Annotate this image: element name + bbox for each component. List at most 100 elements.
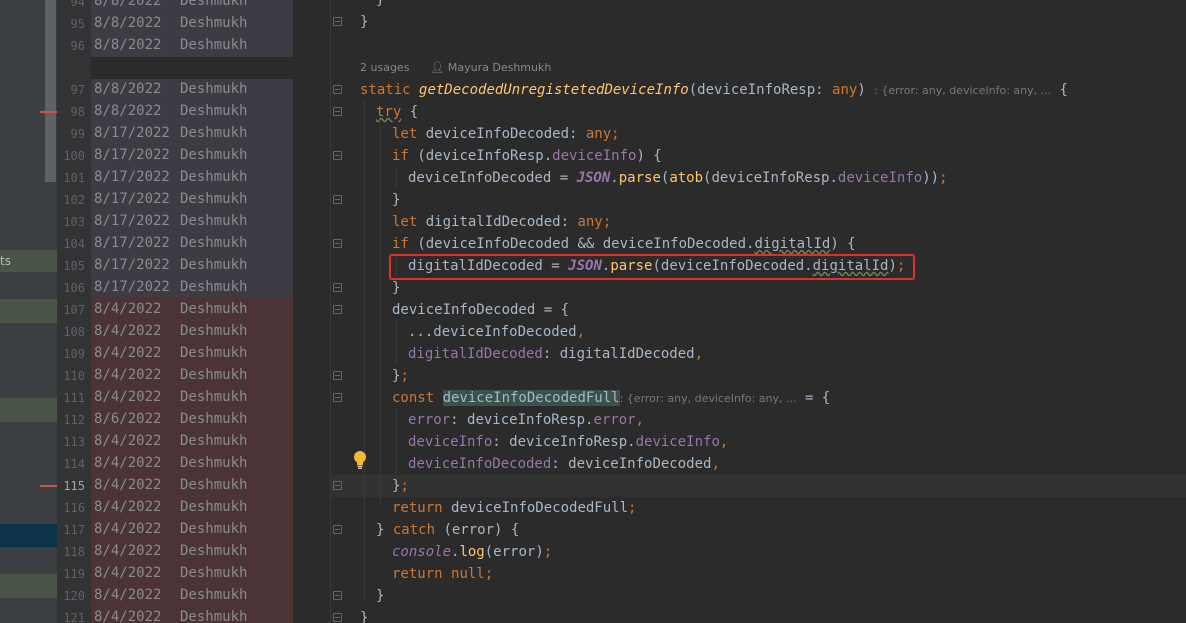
blame-date[interactable]: 8/17/2022 <box>94 235 170 251</box>
fold-marker[interactable] <box>333 283 342 292</box>
blame-date[interactable]: 8/4/2022 <box>94 367 161 383</box>
blame-author[interactable]: Deshmukh <box>180 279 247 295</box>
blame-date[interactable]: 8/8/2022 <box>94 103 161 119</box>
fold-marker[interactable] <box>333 151 342 160</box>
code-line[interactable]: if (deviceInfoResp.deviceInfo) { <box>360 145 662 167</box>
blame-author[interactable]: Deshmukh <box>180 345 247 361</box>
blame-date[interactable]: 8/4/2022 <box>94 301 161 317</box>
fold-marker[interactable] <box>333 393 342 402</box>
blame-author[interactable]: Deshmukh <box>180 103 247 119</box>
fold-marker[interactable] <box>333 371 342 380</box>
code-line[interactable]: } <box>360 607 368 623</box>
project-tree-item-label[interactable]: ts <box>0 254 11 268</box>
code-line[interactable]: static getDecodedUnregistetedDeviceInfo(… <box>360 79 1068 101</box>
project-tree-item-highlight[interactable] <box>0 299 57 323</box>
blame-author[interactable]: Deshmukh <box>180 0 247 9</box>
fold-marker[interactable] <box>333 17 342 26</box>
blame-author[interactable]: Deshmukh <box>180 15 247 31</box>
blame-date[interactable]: 8/8/2022 <box>94 15 161 31</box>
vcs-change-marker[interactable] <box>40 111 57 113</box>
blame-date[interactable]: 8/17/2022 <box>94 169 170 185</box>
blame-date[interactable]: 8/8/2022 <box>94 0 161 9</box>
code-line[interactable]: } <box>360 0 384 11</box>
code-line[interactable]: } <box>360 189 400 211</box>
blame-date[interactable]: 8/17/2022 <box>94 213 170 229</box>
return-type-hint[interactable]: : {error: any, deviceInfo: any, ... <box>874 84 1051 97</box>
code-line[interactable]: }; <box>360 365 409 387</box>
fold-marker[interactable] <box>333 481 342 490</box>
blame-date[interactable]: 8/17/2022 <box>94 279 170 295</box>
lightbulb-icon[interactable] <box>353 451 367 473</box>
blame-date[interactable]: 8/4/2022 <box>94 455 161 471</box>
code-line[interactable]: deviceInfo: deviceInfoResp.deviceInfo, <box>360 431 728 453</box>
blame-author[interactable]: Deshmukh <box>180 521 247 537</box>
blame-author[interactable]: Deshmukh <box>180 37 247 53</box>
code-line[interactable]: } <box>360 585 384 607</box>
fold-marker[interactable] <box>333 613 342 622</box>
blame-date[interactable]: 8/4/2022 <box>94 521 161 537</box>
blame-date[interactable]: 8/4/2022 <box>94 433 161 449</box>
blame-author[interactable]: Deshmukh <box>180 147 247 163</box>
code-line[interactable]: ...deviceInfoDecoded, <box>360 321 585 343</box>
blame-date[interactable]: 8/8/2022 <box>94 37 161 53</box>
blame-author[interactable]: Deshmukh <box>180 609 247 623</box>
code-line[interactable]: let deviceInfoDecoded: any; <box>360 123 620 145</box>
blame-date[interactable]: 8/4/2022 <box>94 345 161 361</box>
blame-author[interactable]: Deshmukh <box>180 455 247 471</box>
code-line[interactable]: deviceInfoDecoded = { <box>360 299 569 321</box>
blame-date[interactable]: 8/4/2022 <box>94 565 161 581</box>
code-line[interactable]: } catch (error) { <box>360 519 519 541</box>
code-line[interactable]: deviceInfoDecoded: deviceInfoDecoded, <box>360 453 720 475</box>
code-line[interactable]: console.log(error); <box>360 541 552 563</box>
blame-author[interactable]: Deshmukh <box>180 235 247 251</box>
blame-author[interactable]: Deshmukh <box>180 389 247 405</box>
vcs-change-marker[interactable] <box>40 485 57 487</box>
code-line[interactable]: deviceInfoDecoded = JSON.parse(atob(devi… <box>360 167 948 189</box>
blame-author[interactable]: Deshmukh <box>180 323 247 339</box>
blame-date[interactable]: 8/17/2022 <box>94 147 170 163</box>
project-tree-item-highlight[interactable] <box>0 574 57 598</box>
blame-date[interactable]: 8/4/2022 <box>94 477 161 493</box>
code-line[interactable]: } <box>360 11 368 33</box>
blame-author[interactable]: Deshmukh <box>180 411 247 427</box>
project-tree-selected-item[interactable] <box>0 524 57 547</box>
blame-date[interactable]: 8/4/2022 <box>94 543 161 559</box>
blame-date[interactable]: 8/17/2022 <box>94 125 170 141</box>
project-tree-item-highlight[interactable] <box>0 398 57 422</box>
code-line[interactable]: try { <box>360 101 418 123</box>
fold-marker[interactable] <box>333 525 342 534</box>
fold-marker[interactable] <box>333 591 342 600</box>
blame-author[interactable]: Deshmukh <box>180 587 247 603</box>
blame-author[interactable]: Deshmukh <box>180 543 247 559</box>
blame-date[interactable]: 8/4/2022 <box>94 389 161 405</box>
blame-author[interactable]: Deshmukh <box>180 169 247 185</box>
code-author[interactable]: Mayura Deshmukh <box>448 61 551 74</box>
code-line[interactable]: let digitalIdDecoded: any; <box>360 211 611 233</box>
code-line[interactable]: error: deviceInfoResp.error, <box>360 409 644 431</box>
blame-author[interactable]: Deshmukh <box>180 125 247 141</box>
code-line[interactable]: return deviceInfoDecodedFull; <box>360 497 636 519</box>
code-line[interactable]: const deviceInfoDecodedFull: {error: any… <box>360 387 830 409</box>
blame-author[interactable]: Deshmukh <box>180 565 247 581</box>
blame-date[interactable]: 8/6/2022 <box>94 411 161 427</box>
blame-author[interactable]: Deshmukh <box>180 301 247 317</box>
blame-author[interactable]: Deshmukh <box>180 433 247 449</box>
blame-date[interactable]: 8/4/2022 <box>94 587 161 603</box>
fold-marker[interactable] <box>333 195 342 204</box>
blame-author[interactable]: Deshmukh <box>180 213 247 229</box>
code-line[interactable]: if (deviceInfoDecoded && deviceInfoDecod… <box>360 233 856 255</box>
code-line[interactable]: digitalIdDecoded: digitalIdDecoded, <box>360 343 703 365</box>
blame-date[interactable]: 8/17/2022 <box>94 191 170 207</box>
blame-date[interactable]: 8/4/2022 <box>94 499 161 515</box>
code-line[interactable]: return null; <box>360 563 493 585</box>
const-type-hint[interactable]: : {error: any, deviceInfo: any, ... <box>620 392 797 405</box>
code-line[interactable]: } <box>360 277 400 299</box>
blame-date[interactable]: 8/17/2022 <box>94 257 170 273</box>
blame-author[interactable]: Deshmukh <box>180 477 247 493</box>
usages-count[interactable]: 2 usages <box>360 61 409 74</box>
blame-date[interactable]: 8/4/2022 <box>94 323 161 339</box>
code-line-current[interactable]: }; <box>360 475 409 497</box>
fold-marker[interactable] <box>333 85 342 94</box>
blame-author[interactable]: Deshmukh <box>180 499 247 515</box>
fold-marker[interactable] <box>333 107 342 116</box>
